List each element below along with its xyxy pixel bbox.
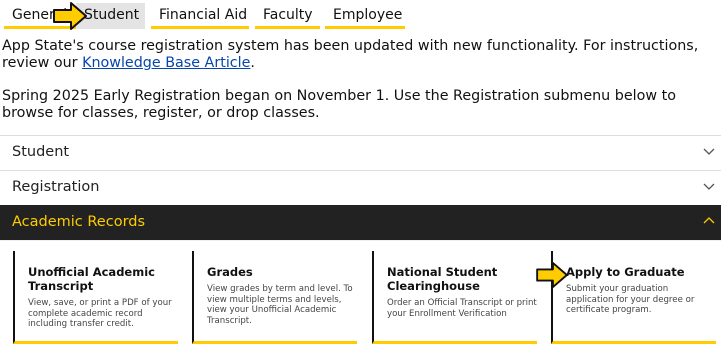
- card-description: View grades by term and level. To view m…: [207, 284, 353, 326]
- card-grades[interactable]: Grades View grades by term and level. To…: [192, 251, 357, 344]
- chevron-up-icon: [703, 217, 715, 224]
- chevron-down-icon: [703, 148, 715, 155]
- accordion-academic-records[interactable]: Academic Records: [0, 205, 721, 240]
- early-registration-notice: Spring 2025 Early Registration began on …: [2, 88, 676, 121]
- card-apply-to-graduate[interactable]: Apply to Graduate Submit your graduation…: [551, 251, 716, 344]
- tab-label: Financial Aid: [159, 7, 248, 23]
- accordion-label: Academic Records: [12, 214, 146, 230]
- registration-notice: App State's course registration system h…: [2, 38, 717, 72]
- card-title: Unofficial Academic Transcript: [28, 265, 155, 293]
- tab-employee[interactable]: Employee: [325, 3, 405, 29]
- accordion-label: Registration: [12, 179, 100, 195]
- pointer-arrow-icon: [536, 262, 568, 288]
- accordion-student[interactable]: Student: [0, 135, 721, 170]
- card-description: Submit your graduation application for y…: [566, 284, 695, 315]
- accordion-label: Student: [12, 144, 70, 160]
- tab-label: Employee: [333, 7, 403, 23]
- accordion-registration[interactable]: Registration: [0, 170, 721, 205]
- tab-financial-aid[interactable]: Financial Aid: [151, 3, 249, 29]
- card-description: Order an Official Transcript or print yo…: [387, 298, 537, 319]
- chevron-down-icon: [703, 183, 715, 190]
- card-title: Apply to Graduate: [566, 265, 685, 279]
- notice-trailing: .: [250, 55, 255, 71]
- card-unofficial-transcript[interactable]: Unofficial Academic Transcript View, sav…: [13, 251, 178, 344]
- knowledge-base-link[interactable]: Knowledge Base Article: [82, 55, 250, 71]
- card-title: National Student Clearinghouse: [387, 265, 498, 293]
- pointer-arrow-icon: [53, 2, 87, 30]
- card-national-student-clearinghouse[interactable]: National Student Clearinghouse Order an …: [372, 251, 537, 344]
- tab-faculty[interactable]: Faculty: [255, 3, 320, 29]
- tab-label: Student: [84, 7, 140, 23]
- card-description: View, save, or print a PDF of your compl…: [28, 298, 172, 329]
- card-title: Grades: [207, 265, 253, 279]
- tab-label: Faculty: [263, 7, 313, 23]
